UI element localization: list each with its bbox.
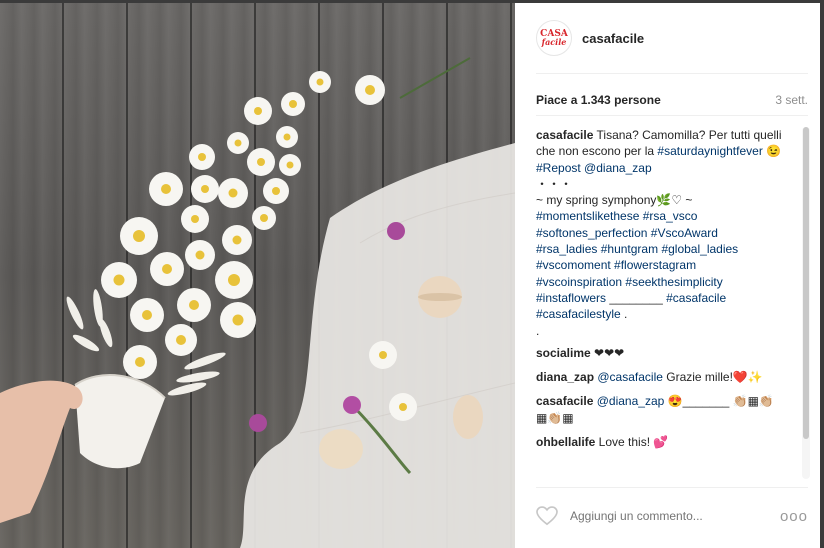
hashtag-link[interactable]: #instaflowers: [536, 291, 606, 305]
post-username[interactable]: casafacile: [582, 31, 644, 46]
hashtag-link[interactable]: @casafacile: [597, 370, 663, 384]
comment-username[interactable]: ohbellalife: [536, 435, 595, 449]
hashtag-link[interactable]: #momentslikethese: [536, 209, 639, 223]
heart-outline-icon[interactable]: [536, 506, 558, 526]
comments-list: casafacile Tisana? Camomilla? Per tutti …: [536, 127, 791, 477]
hashtag-link[interactable]: #VscoAward: [651, 226, 718, 240]
hashtag-link[interactable]: #rsa_ladies: [536, 242, 597, 256]
comment-item: casafacile @diana_zap 😍_______ 👏🏼▦👏🏼▦👏🏼▦…: [536, 393, 791, 426]
caption-text: .: [620, 307, 628, 322]
hashtag-link[interactable]: #flowerstagram: [614, 258, 696, 272]
comment-username[interactable]: diana_zap: [536, 370, 594, 384]
hashtag-link[interactable]: #global_ladies: [661, 242, 738, 256]
hashtag-link[interactable]: #vscomoment: [536, 258, 611, 272]
hashtag-link[interactable]: @diana_zap: [597, 394, 665, 408]
hashtag-link[interactable]: #saturdaynightfever: [657, 144, 762, 158]
likes-row: Piace a 1.343 persone 3 sett.: [536, 89, 808, 111]
hashtag-link[interactable]: #casafacile: [666, 291, 726, 305]
hashtag-link[interactable]: #Repost: [536, 161, 581, 175]
post-modal: CASA facile casafacile Piace a 1.343 per…: [0, 3, 820, 548]
comment-username[interactable]: casafacile: [536, 394, 593, 408]
caption-text: ~ my spring symphony🌿♡ ~: [536, 193, 693, 208]
comments-scrollbar[interactable]: [802, 127, 810, 479]
comment-text: Love this! 💕: [595, 435, 669, 450]
post-photo[interactable]: [0, 3, 515, 548]
comment-username[interactable]: socialime: [536, 346, 591, 360]
caption-username[interactable]: casafacile: [536, 128, 593, 142]
likes-count[interactable]: Piace a 1.343 persone: [536, 93, 661, 107]
more-options-icon[interactable]: ooo: [780, 508, 808, 525]
hashtag-link[interactable]: #seekthesimplicity: [625, 275, 722, 289]
hashtag-link[interactable]: #softones_perfection: [536, 226, 647, 240]
comment-container: socialime ❤❤❤× diana_zap @casafacile Graz…: [536, 345, 791, 450]
divider: [536, 115, 808, 116]
hashtag-link[interactable]: #rsa_vsco: [643, 209, 698, 223]
comment-item: ohbellalife Love this! 💕×: [536, 434, 791, 450]
avatar[interactable]: CASA facile: [536, 20, 572, 56]
post-header: CASA facile casafacile: [536, 3, 808, 74]
add-comment-input[interactable]: [568, 508, 752, 524]
caption-text: Tisana? Camomilla? Per tutti quelli che …: [536, 128, 781, 338]
comment-text: ❤❤❤: [590, 345, 625, 360]
hashtag-link[interactable]: #vscoinspiration: [536, 275, 622, 289]
comment-item: diana_zap @casafacile Grazie mille!❤️✨×: [536, 369, 791, 385]
caption: casafacile Tisana? Camomilla? Per tutti …: [536, 127, 791, 339]
hashtag-link[interactable]: @diana_zap: [584, 161, 652, 175]
comment-body: ❤❤❤: [590, 345, 625, 360]
post-side-panel: CASA facile casafacile Piace a 1.343 per…: [515, 3, 820, 548]
comment-body: @casafacile Grazie mille!❤️✨: [594, 370, 763, 385]
comment-footer: ooo: [536, 487, 808, 544]
caption-text: .: [536, 323, 540, 338]
caption-text: 😉: [762, 144, 782, 159]
avatar-logo-text-2: facile: [541, 37, 567, 47]
comment-item: socialime ❤❤❤×: [536, 345, 791, 361]
caption-text: ・・・: [536, 176, 573, 191]
comment-text: Grazie mille!❤️✨: [662, 370, 763, 385]
hashtag-link[interactable]: #casafacilestyle: [536, 307, 621, 321]
post-photo-art: [0, 57, 515, 548]
post-time[interactable]: 3 sett.: [775, 93, 808, 107]
scrollbar-thumb[interactable]: [803, 127, 809, 439]
comment-body: Love this! 💕: [595, 435, 669, 450]
caption-text: ________: [606, 290, 667, 305]
hashtag-link[interactable]: #huntgram: [601, 242, 658, 256]
